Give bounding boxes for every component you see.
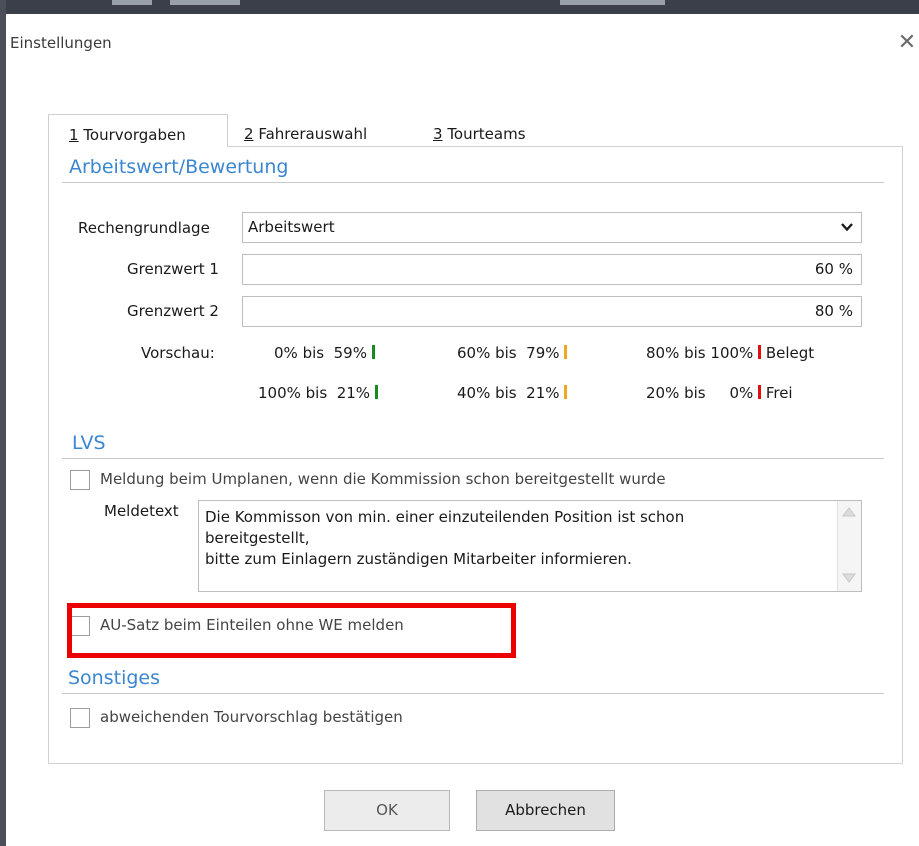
red-indicator-icon xyxy=(758,385,762,399)
section-heading-lvs: LVS xyxy=(72,432,106,454)
orange-indicator-icon xyxy=(564,345,568,359)
section-divider xyxy=(62,182,884,183)
settings-dialog: Einstellungen ✕ 1 Tourvorgaben 2 Fahrera… xyxy=(6,14,919,846)
section-divider xyxy=(62,693,884,694)
red-indicator-icon xyxy=(758,345,762,359)
tab-label: Tourteams xyxy=(442,125,526,143)
meldung-checkbox-label: Meldung beim Umplanen, wenn die Kommissi… xyxy=(100,470,666,488)
tourvorschlag-checkbox[interactable] xyxy=(70,708,90,728)
tourvorschlag-checkbox-label: abweichenden Tourvorschlag bestätigen xyxy=(100,708,403,726)
section-heading-arbeitswert: Arbeitswert/Bewertung xyxy=(69,156,289,178)
frei-range-green: 100% bis 21% xyxy=(258,384,378,402)
rechengrundlage-select[interactable]: Arbeitswert xyxy=(242,212,862,243)
meldetext-label: Meldetext xyxy=(104,502,179,520)
meldetext-textarea[interactable]: Die Kommisson von min. einer einzuteilen… xyxy=(198,500,862,592)
scroll-down-icon[interactable] xyxy=(842,573,856,583)
dialog-title: Einstellungen xyxy=(10,34,112,52)
tab-tourvorgaben[interactable]: 1 Tourvorgaben xyxy=(48,114,228,147)
tab-mnemonic: 3 xyxy=(433,125,443,143)
section-divider xyxy=(62,458,884,459)
tab-tourteams[interactable]: 3 Tourteams xyxy=(433,114,526,147)
background-window-strip xyxy=(0,0,919,14)
chevron-down-icon xyxy=(841,223,853,232)
frei-range-red: 20% bis 0% Frei xyxy=(646,384,793,402)
belegt-range-green: 0% bis 59% xyxy=(274,344,375,362)
scroll-up-icon[interactable] xyxy=(842,507,856,517)
meldetext-content: Die Kommisson von min. einer einzuteilen… xyxy=(205,508,685,568)
green-indicator-icon xyxy=(371,345,375,359)
tab-mnemonic: 2 xyxy=(244,125,254,143)
section-heading-sonstiges: Sonstiges xyxy=(68,667,161,689)
belegt-range-orange: 60% bis 79% xyxy=(457,344,568,362)
highlight-annotation-box xyxy=(67,603,516,658)
grenzwert2-label: Grenzwert 2 xyxy=(127,302,219,320)
belegt-range-red: 80% bis 100% Belegt xyxy=(646,344,815,362)
ok-button[interactable]: OK xyxy=(324,790,450,831)
meldetext-scrollbar[interactable] xyxy=(837,501,861,591)
frei-range-orange: 40% bis 21% xyxy=(457,384,568,402)
grenzwert1-value: 60 % xyxy=(814,260,853,278)
rechengrundlage-label: Rechengrundlage xyxy=(78,219,210,237)
close-icon[interactable]: ✕ xyxy=(895,31,919,55)
orange-indicator-icon xyxy=(564,385,568,399)
grenzwert2-input[interactable]: 80 % xyxy=(242,296,862,327)
rechengrundlage-value: Arbeitswert xyxy=(248,218,335,236)
green-indicator-icon xyxy=(374,385,378,399)
grenzwert2-value: 80 % xyxy=(814,302,853,320)
vorschau-label: Vorschau: xyxy=(141,344,215,362)
cancel-button[interactable]: Abbrechen xyxy=(476,790,615,831)
grenzwert1-input[interactable]: 60 % xyxy=(242,254,862,285)
belegt-label: Belegt xyxy=(765,344,815,362)
tab-fahrerauswahl[interactable]: 2 Fahrerauswahl xyxy=(244,114,367,147)
frei-label: Frei xyxy=(765,384,793,402)
tab-label: Tourvorgaben xyxy=(78,126,186,144)
tab-mnemonic: 1 xyxy=(69,126,79,144)
meldung-checkbox[interactable] xyxy=(70,470,90,490)
grenzwert1-label: Grenzwert 1 xyxy=(127,260,219,278)
tab-label: Fahrerauswahl xyxy=(253,125,368,143)
